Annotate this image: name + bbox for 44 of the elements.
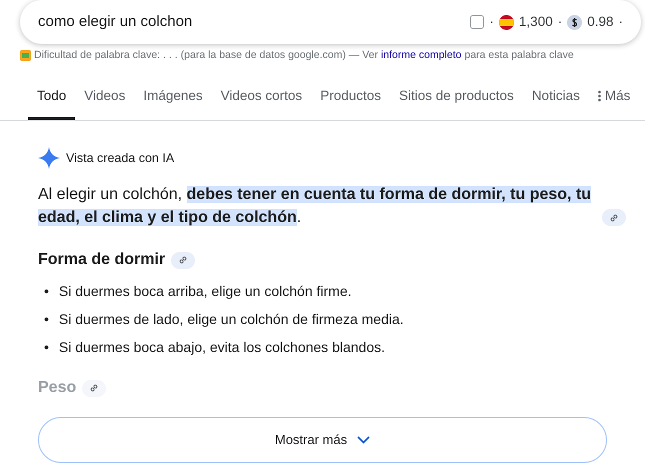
bullet-item: Si duermes boca abajo, evita los colchones blandos. <box>58 338 385 357</box>
section-heading: Forma de dormir <box>38 250 166 270</box>
overview-summary: Al elegir un colchón, debes tener en cuenta tu forma de dormir, tu peso, tu edad, el clima y el tipo de colchón. <box>38 185 592 228</box>
link-chip[interactable] <box>602 209 626 226</box>
search-tab[interactable]: Videos cortos <box>212 82 312 120</box>
separator: · <box>489 12 494 31</box>
bullet-marker: • <box>44 310 49 329</box>
search-tab[interactable]: Sitios de productos <box>390 82 523 120</box>
cpc-value: 0.98 <box>587 12 614 31</box>
separator: · <box>618 12 623 31</box>
link-icon <box>89 383 100 393</box>
search-tab[interactable]: Todo <box>28 82 76 120</box>
search-field[interactable]: como elegir un colchon <box>38 10 470 34</box>
report-link[interactable]: informe completo <box>380 48 462 64</box>
database-note: (para la base de datos google.com) — Ver <box>180 48 378 63</box>
separator: · <box>558 12 562 31</box>
search-volume: 1,300 <box>518 12 553 31</box>
overview-title: Vista creada con IA <box>66 150 174 167</box>
link-icon <box>609 212 619 222</box>
link-icon <box>178 255 188 265</box>
search-tab[interactable]: Productos <box>311 82 390 120</box>
more-icon <box>598 90 601 102</box>
difficulty-value: . . . <box>163 48 178 63</box>
keyword-note: para esta palabra clave <box>464 48 574 63</box>
search-box[interactable]: como elegir un colchon · 1,300 · 0.98 · <box>20 0 641 44</box>
link-chip[interactable] <box>82 380 106 396</box>
checkbox[interactable] <box>470 15 484 29</box>
bullet-item: Si duermes boca arriba, elige un colchón firme. <box>58 282 352 301</box>
search-tab[interactable]: Imágenes <box>134 82 212 120</box>
dollar-icon <box>567 14 582 30</box>
bullet-marker: • <box>44 338 49 357</box>
section-heading: Peso <box>38 378 76 398</box>
bullet-item: Si duermes de lado, elige un colchón de firmeza media. <box>58 310 404 329</box>
show-more-button[interactable]: Mostrar más <box>38 417 607 463</box>
difficulty-label: Dificultad de palabra clave: <box>34 48 160 63</box>
bullet-marker: • <box>44 282 49 301</box>
search-tab[interactable]: Videos <box>75 82 134 120</box>
chevron-down-icon <box>357 436 370 444</box>
link-chip[interactable] <box>171 252 196 268</box>
search-tab[interactable]: Noticias <box>522 82 589 120</box>
flag-icon <box>498 14 514 30</box>
search-tab[interactable]: Más <box>588 82 640 120</box>
logo-icon <box>20 50 31 62</box>
sparkle-icon <box>38 147 60 169</box>
